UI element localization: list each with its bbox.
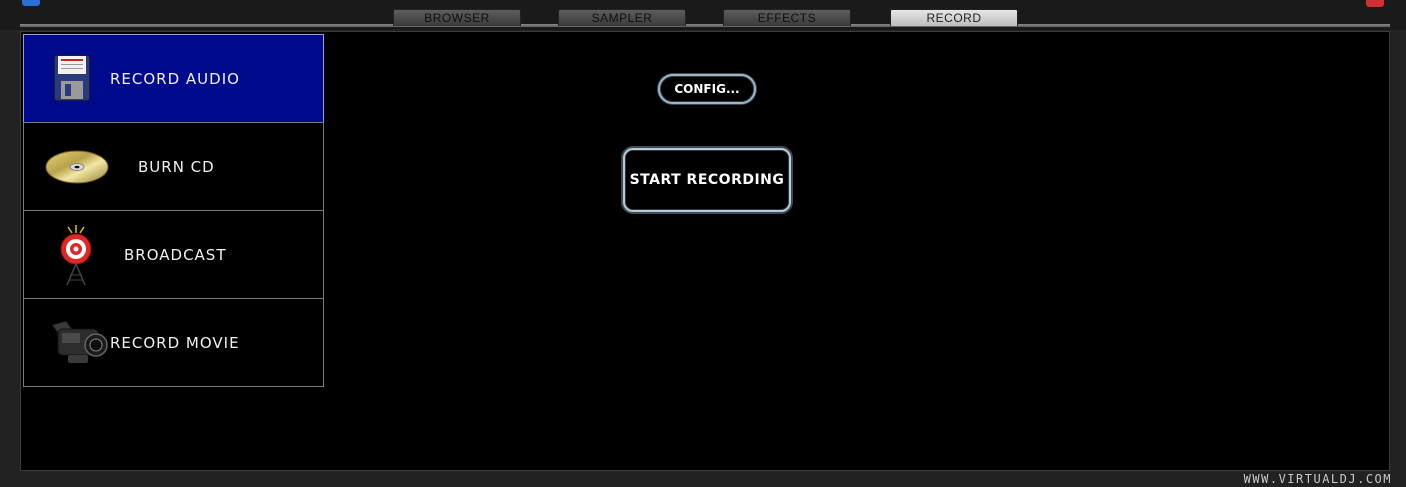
menu-item-label: BURN CD [138, 157, 215, 176]
tab-bar-divider [20, 24, 1390, 27]
menu-item-burn-cd[interactable]: BURN CD [23, 122, 324, 211]
website-url: WWW.VIRTUALDJ.COM [1243, 472, 1392, 486]
tab-bar: BROWSER SAMPLER EFFECTS RECORD [0, 0, 1406, 30]
menu-item-label: RECORD MOVIE [110, 333, 240, 352]
config-button[interactable]: CONFIG... [658, 74, 756, 104]
broadcast-antenna-icon [54, 223, 98, 291]
close-button[interactable] [1366, 0, 1384, 7]
record-panel: RECORD AUDIO BURN CD BROADCAST RECORD MO… [20, 31, 1390, 471]
tab-browser[interactable]: BROWSER [393, 9, 521, 26]
start-recording-button[interactable]: START RECORDING [623, 148, 791, 212]
tab-record[interactable]: RECORD [890, 9, 1018, 26]
video-camera-icon [48, 317, 110, 371]
menu-item-label: BROADCAST [124, 245, 227, 264]
cd-disc-icon [44, 147, 110, 191]
app-window: BROWSER SAMPLER EFFECTS RECORD RECORD AU… [0, 0, 1406, 487]
menu-item-record-audio[interactable]: RECORD AUDIO [23, 34, 324, 123]
tab-sampler[interactable]: SAMPLER [558, 9, 686, 26]
menu-item-label: RECORD AUDIO [110, 69, 240, 88]
menu-item-record-movie[interactable]: RECORD MOVIE [23, 298, 324, 387]
window-control-left[interactable] [22, 0, 40, 6]
tab-effects[interactable]: EFFECTS [723, 9, 851, 26]
floppy-disk-icon [52, 53, 92, 107]
menu-item-broadcast[interactable]: BROADCAST [23, 210, 324, 299]
record-menu: RECORD AUDIO BURN CD BROADCAST RECORD MO… [23, 34, 324, 387]
